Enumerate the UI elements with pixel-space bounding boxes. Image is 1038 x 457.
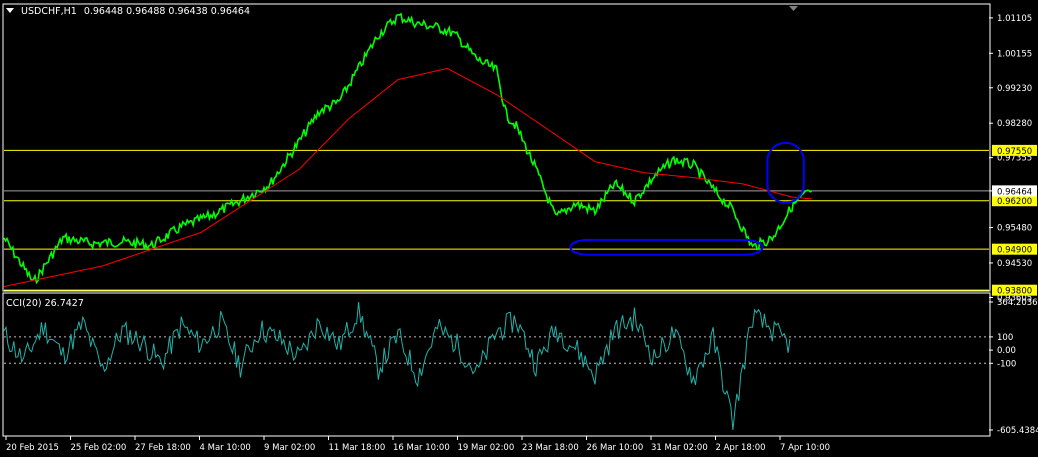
time-tick-label: 4 Mar 10:00 (200, 443, 251, 453)
cci-header: CCI(20) 26.7427 (6, 298, 84, 309)
time-tick-label: 26 Mar 10:00 (587, 443, 644, 453)
time-tick-label: 20 Feb 2015 (6, 443, 59, 453)
cci-tick-label: 0.00 (997, 346, 1016, 356)
level-label: 0.96200 (997, 197, 1032, 207)
current-price-label: 0.96464 (997, 187, 1032, 197)
cci-tick-label: 100 (997, 333, 1013, 343)
chart-header: USDCHF,H1 0.96448 0.96488 0.96438 0.9646… (6, 6, 250, 17)
time-tick-label: 9 Mar 02:00 (264, 443, 315, 453)
cci-tick-label: -605.4384 (997, 426, 1038, 436)
price-tick-label: 0.95480 (997, 224, 1032, 234)
cci-label: CCI(20) 26.7427 (6, 298, 84, 309)
main-pane: 1.011051.001550.992300.982800.973550.964… (2, 3, 1037, 303)
cci-series (3, 301, 791, 431)
time-tick-label: 23 Mar 18:00 (522, 443, 579, 453)
price-tick-label: 1.00155 (997, 49, 1032, 59)
time-tick-label: 19 Mar 02:00 (458, 443, 515, 453)
time-tick-label: 25 Feb 02:00 (71, 443, 127, 453)
price-line (3, 12, 813, 285)
level-label: 0.94900 (997, 246, 1032, 256)
highlight-ellipse (569, 238, 764, 256)
ohlc-values: 0.96448 0.96488 0.96438 0.96464 (83, 6, 251, 17)
cci-levels (4, 336, 989, 364)
highlight-ellipse (766, 141, 805, 204)
level-label: 0.97550 (997, 147, 1032, 157)
cci-pane: 364.2036 100 0.00 -100 -605.4384 (2, 292, 1038, 437)
price-axis: 1.011051.001550.992300.982800.973550.964… (989, 14, 1037, 303)
time-tick-label: 11 Mar 18:00 (329, 443, 386, 453)
level-label: 0.93800 (997, 287, 1032, 297)
time-tick-label: 31 Mar 02:00 (651, 443, 708, 453)
time-tick-label: 2 Apr 18:00 (716, 443, 766, 453)
time-tick-label: 16 Mar 10:00 (393, 443, 450, 453)
horizontal-levels (4, 149, 989, 291)
cci-pane-frame (2, 292, 991, 437)
price-tick-label: 0.99230 (997, 84, 1032, 94)
time-tick-label: 7 Apr 10:00 (780, 443, 830, 453)
symbol-timeframe: USDCHF,H1 (21, 6, 77, 17)
cci-tick-label: 364.2036 (997, 298, 1038, 308)
main-pane-frame (2, 3, 991, 292)
cci-line (3, 301, 791, 431)
shift-marker-icon (789, 6, 798, 11)
cci-axis: 364.2036 100 0.00 -100 -605.4384 (989, 298, 1038, 436)
cci-tick-label: -100 (997, 359, 1016, 369)
time-axis: 20 Feb 2015 25 Feb 02:00 27 Feb 18:00 4 Mar… (5, 436, 830, 453)
price-tick-label: 0.98280 (997, 119, 1032, 129)
price-tick-label: 1.01105 (997, 14, 1032, 24)
chart-canvas: 1.011051.001550.992300.982800.973550.964… (2, 3, 1038, 453)
time-tick-label: 27 Feb 18:00 (135, 443, 191, 453)
price-tick-label: 0.94530 (997, 259, 1032, 269)
dropdown-triangle-icon[interactable] (6, 8, 14, 13)
